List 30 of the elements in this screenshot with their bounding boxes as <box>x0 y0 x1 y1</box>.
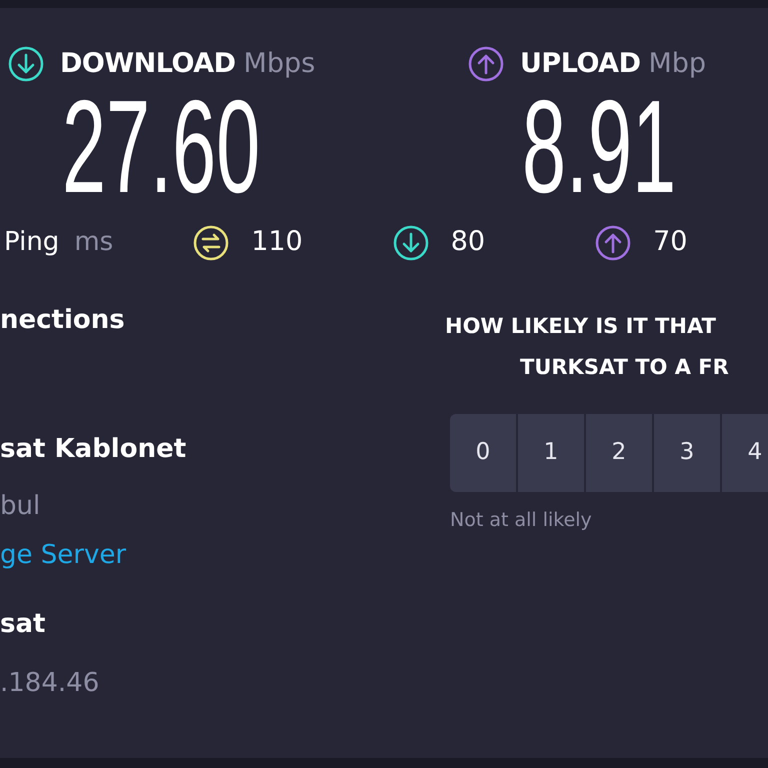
speed-unit: Mbp <box>648 47 706 81</box>
rating-button[interactable]: 3 <box>654 414 720 492</box>
rating-button[interactable]: 2 <box>586 414 652 492</box>
speed-value: 27.60 <box>62 80 260 212</box>
speed-label: UPLOAD <box>520 47 640 81</box>
speed-label: DOWNLOAD <box>60 47 236 81</box>
rating-button[interactable]: 4 <box>722 414 768 492</box>
download-icon <box>392 224 429 260</box>
ping-reading: 110 <box>251 225 303 260</box>
upload-icon <box>468 46 504 82</box>
ping-reading: 80 <box>450 225 486 260</box>
survey-question: TURKSAT TO A FR <box>520 354 730 381</box>
provider-detail: .184.46 <box>0 666 100 700</box>
upload-icon <box>595 224 632 260</box>
change-server-link[interactable]: ge Server <box>0 536 420 574</box>
rating-button[interactable]: 0 <box>450 414 516 492</box>
survey-question: HOW LIKELY IS IT THAT <box>445 312 717 340</box>
ping-reading: 70 <box>653 225 688 260</box>
provider-name: sat Kablonet <box>0 432 188 466</box>
jitter-icon <box>193 224 230 260</box>
speed-value: 8.91 <box>522 80 676 212</box>
download-icon <box>8 46 44 82</box>
provider-detail: bul <box>0 490 42 522</box>
ping-label: Ping <box>4 226 60 259</box>
ping-unit: ms <box>74 226 114 259</box>
provider-name: sat <box>0 608 46 640</box>
scale-low-label: Not at all likely <box>450 508 593 532</box>
rating-button[interactable]: 1 <box>518 414 584 492</box>
speed-unit: Mbps <box>244 47 316 81</box>
section-heading: nections <box>0 304 126 336</box>
